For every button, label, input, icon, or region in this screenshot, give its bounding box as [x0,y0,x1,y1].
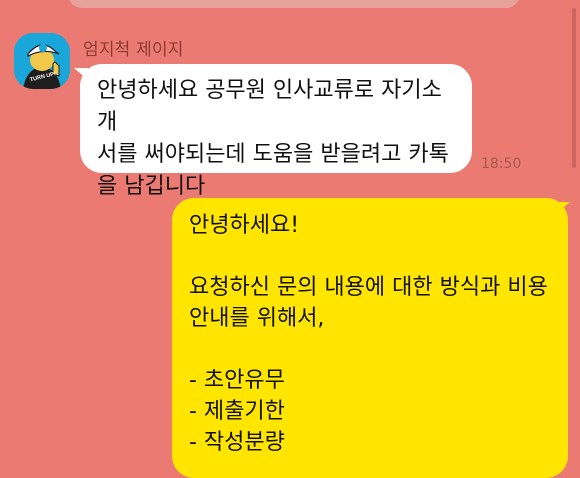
sender-avatar[interactable]: TURN UP! [14,33,70,89]
outgoing-message-line: - 제출기한 [189,399,285,424]
previous-message-bubble [68,0,520,8]
outgoing-message-line: 안녕하세요! [189,213,300,238]
outgoing-message-bubble[interactable]: 안녕하세요! 요청하신 문의 내용에 대한 방식과 비용 안내를 위해서, - … [172,198,568,478]
outgoing-message-line: - 초안유무 [189,368,285,393]
chat-scrollbar[interactable] [572,8,576,168]
outgoing-message-line [189,334,552,365]
sender-name: 엄지척 제이지 [83,40,184,60]
outgoing-message-line: - 작성분량 [189,430,285,455]
outgoing-message-line: 요청하신 문의 내용에 대한 방식과 비용 [189,275,548,300]
incoming-message-bubble[interactable]: 안녕하세요 공무원 인사교류로 자기소개 서를 써야되는데 도움을 받을려고 카… [80,64,472,199]
incoming-message-time: 18:50 [481,156,522,172]
outgoing-message-line: 안내를 위해서, [189,306,325,331]
thumbs-up-character-icon: TURN UP! [14,33,70,89]
outgoing-message-line [189,241,552,272]
